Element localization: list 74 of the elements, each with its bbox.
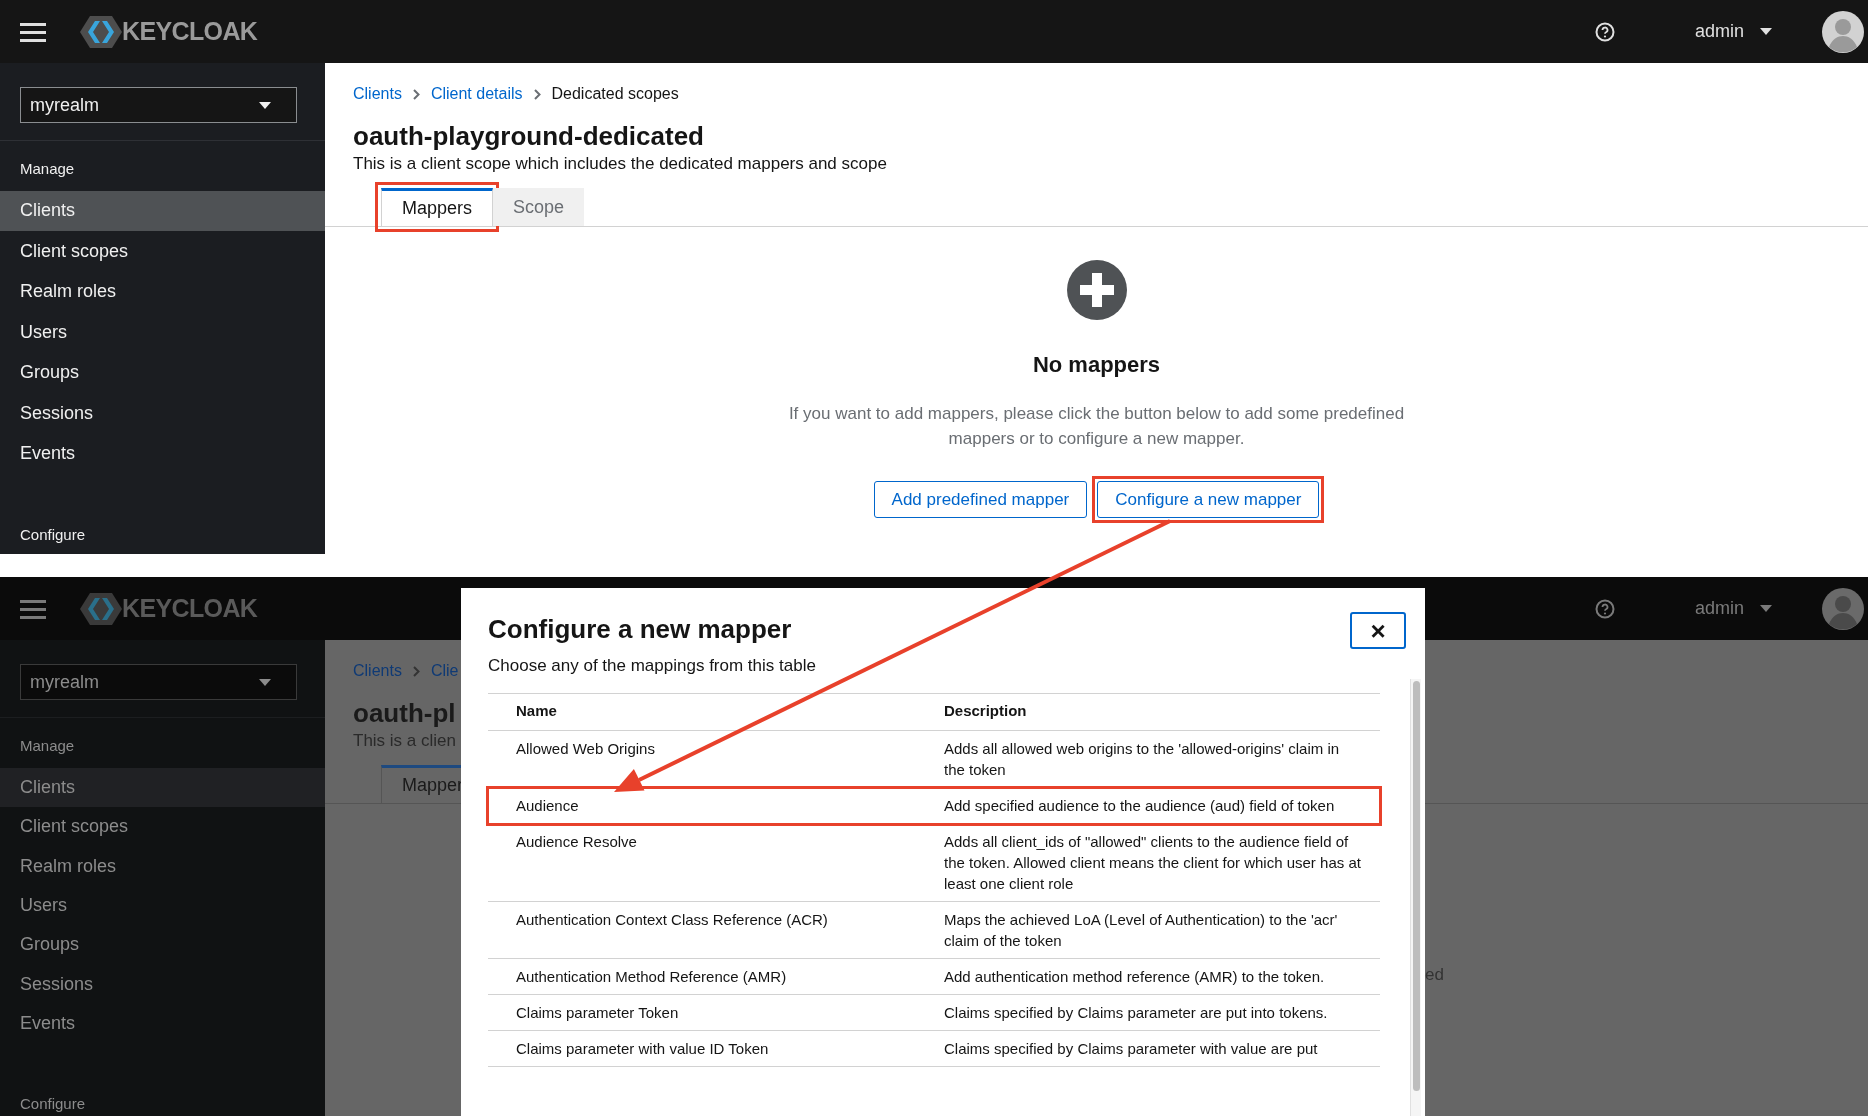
chevron-icon xyxy=(412,665,420,677)
mapper-description: Claims specified by Claims parameter are put into tokens. xyxy=(944,1002,1329,1023)
nav-heading: Configure xyxy=(19,525,87,545)
column-header: Description xyxy=(944,701,1028,722)
mapper-name: Claims parameter with value ID Token xyxy=(516,1038,769,1059)
column-header: Name xyxy=(516,701,558,722)
empty-state-title: No mappers xyxy=(1032,351,1161,379)
realm-selector[interactable]: myrealm xyxy=(20,87,297,123)
page-title: oauth-pl xyxy=(353,697,456,729)
breadcrumb-link[interactable]: Clients xyxy=(353,82,402,106)
chevron-icon xyxy=(533,88,541,100)
avatar-icon[interactable] xyxy=(1822,10,1864,53)
table-row[interactable]: Audience Resolve Adds all client_ids of "allowed" clients to the audience field of the token. Allowed client means the client for which user has at least one client role xyxy=(488,823,1380,902)
menu-icon[interactable] xyxy=(20,20,46,43)
mapper-name: Allowed Web Origins xyxy=(516,738,655,759)
mapper-name: Audience xyxy=(516,795,579,816)
table-row[interactable]: Authentication Context Class Reference (ACR) Maps the achieved LoA (Level of Authentication) to the 'acr' claim of the token xyxy=(488,901,1380,959)
mapper-name: Authentication Context Class Reference (ACR) xyxy=(516,909,828,930)
mapper-description: Adds all client_ids of "allowed" clients to the audience field of the token. Allowed client means the client for which user has at least one client role xyxy=(944,831,1362,894)
nav-item[interactable]: Realm roles xyxy=(0,271,325,312)
table-row[interactable]: Authentication Method Reference (AMR) Add authentication method reference (AMR) to the token. xyxy=(488,958,1380,995)
brand-name: KEYCLOAK xyxy=(122,592,258,624)
caret-icon xyxy=(259,678,271,686)
scrollbar-thumb[interactable] xyxy=(1412,681,1420,1091)
nav-item[interactable]: Users xyxy=(0,312,325,353)
dialog-title: Configure a new mapper xyxy=(488,613,792,646)
nav-item[interactable]: Events xyxy=(0,1004,325,1044)
breadcrumb-current: Dedicated scopes xyxy=(551,84,679,104)
nav-item[interactable]: Clients xyxy=(0,190,325,231)
dialog-subtitle: Choose any of the mappings from this table xyxy=(488,655,817,677)
page-title: oauth-playground-dedicated xyxy=(353,120,704,152)
mapper-description: Add authentication method reference (AMR) to the token. xyxy=(944,966,1326,987)
secondary-button[interactable]: Add predefined mapper xyxy=(873,481,1088,518)
nav-item[interactable]: Client scopes xyxy=(0,231,325,272)
logo-icon xyxy=(80,590,122,627)
nav-heading: Configure xyxy=(19,1094,87,1115)
mapper-description: Adds all allowed web origins to the 'allowed-origins' claim in the token xyxy=(944,738,1341,780)
nav-item[interactable]: Client scopes xyxy=(0,806,325,847)
mapper-description: Claims specified by Claims parameter with value are put xyxy=(944,1038,1319,1059)
plus-icon xyxy=(1066,260,1127,320)
caret-icon xyxy=(1760,28,1772,35)
nav-item[interactable]: Sessions xyxy=(0,964,325,1005)
empty-state-text: If you want to add mappers, please click the button below to add some predefined mappers or to configure a new mapper. xyxy=(787,403,1406,450)
table-row[interactable]: Claims parameter Token Claims specified by Claims parameter are put into tokens. xyxy=(488,994,1380,1031)
brand-name: KEYCLOAK xyxy=(122,15,258,47)
nav-item[interactable]: Clients xyxy=(0,767,325,807)
caret-icon xyxy=(259,101,271,109)
table-row[interactable]: Audience Add specified audience to the audience (aud) field of token xyxy=(488,787,1380,824)
table-row[interactable]: Claims parameter with value ID Token Claims specified by Claims parameter with value are put xyxy=(488,1030,1380,1067)
nav-item[interactable]: Users xyxy=(0,885,325,926)
user-menu[interactable]: admin xyxy=(1694,18,1772,45)
nav-heading: Manage xyxy=(19,159,76,179)
nav-item[interactable]: Realm roles xyxy=(0,846,325,886)
secondary-button[interactable]: Configure a new mapper xyxy=(1097,481,1320,518)
mapper-description: Add specified audience to the audience (aud) field of token xyxy=(944,795,1336,816)
logo-icon xyxy=(80,13,122,50)
mapper-name: Claims parameter Token xyxy=(516,1002,679,1023)
mapper-name: Audience Resolve xyxy=(516,831,637,852)
nav-item[interactable]: Sessions xyxy=(0,393,325,434)
realm-selector[interactable]: myrealm xyxy=(20,664,297,700)
close-button[interactable]: × xyxy=(1350,612,1406,649)
page-description: This is a client scope which includes the dedicated mappers and scope xyxy=(353,153,887,175)
mapper-name: Authentication Method Reference (AMR) xyxy=(516,966,787,987)
page-description: This is a clien xyxy=(353,730,456,752)
nav-item[interactable]: Groups xyxy=(0,925,325,965)
nav-item[interactable]: Events xyxy=(0,433,325,474)
caret-icon xyxy=(1760,605,1772,612)
nav-item[interactable]: Groups xyxy=(0,352,325,393)
chevron-icon xyxy=(412,88,420,100)
user-menu[interactable]: admin xyxy=(1694,595,1772,622)
breadcrumb-link[interactable]: Client details xyxy=(430,82,523,106)
tab[interactable]: Scope xyxy=(493,188,585,226)
mapper-description: Maps the achieved LoA (Level of Authentication) to the 'acr' claim of the token xyxy=(944,909,1339,951)
nav-heading: Manage xyxy=(19,736,76,756)
